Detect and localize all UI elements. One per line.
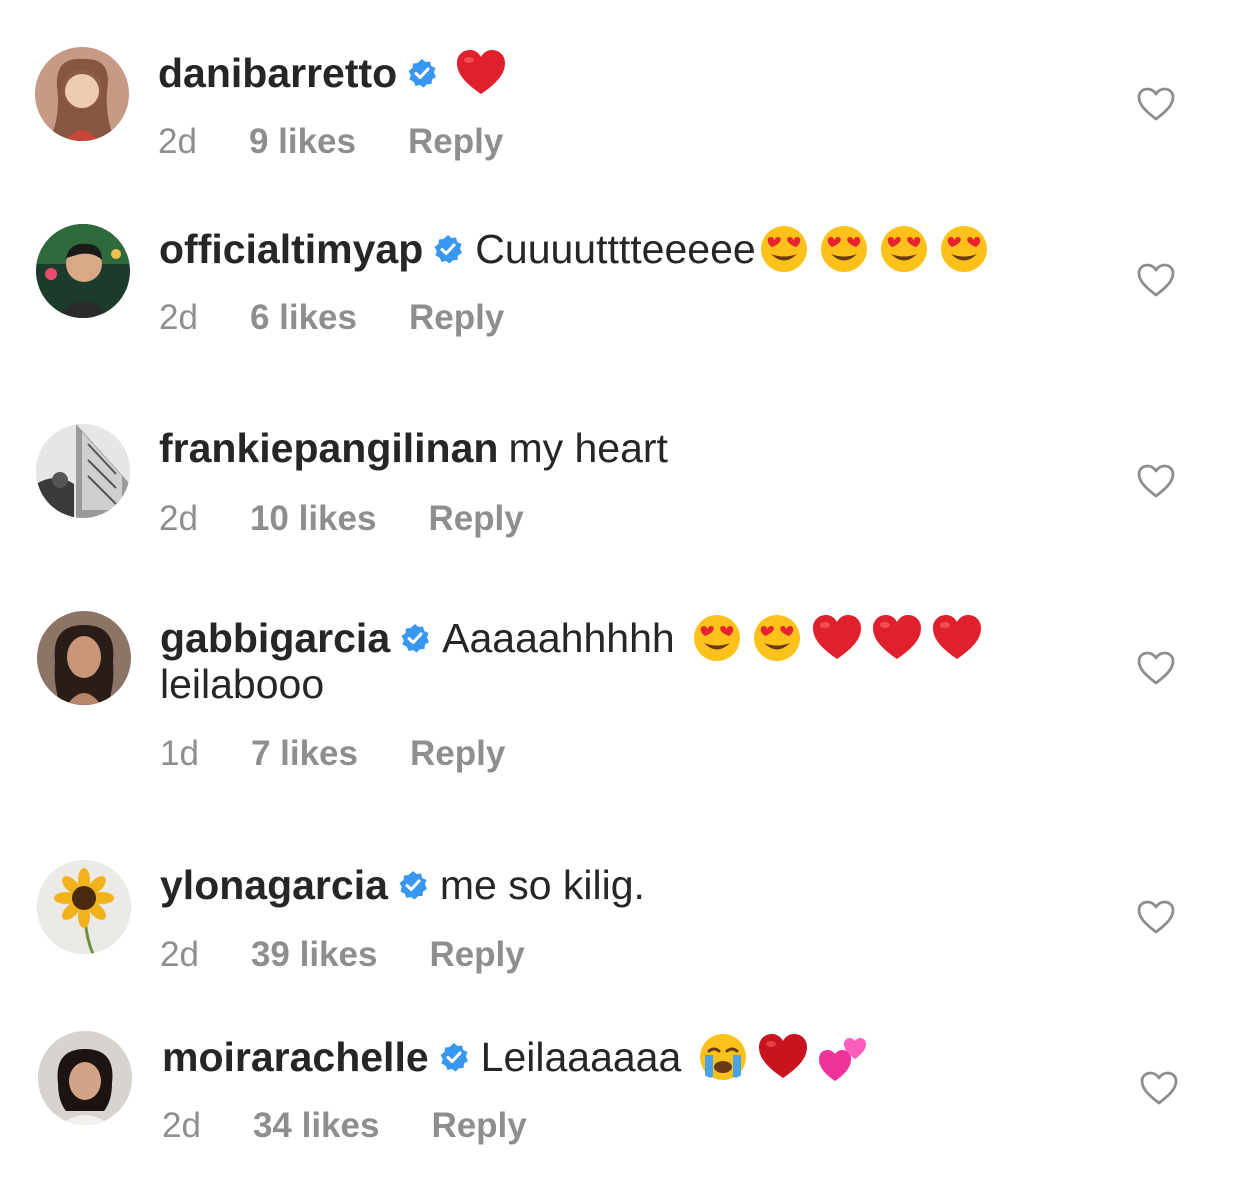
reply-button[interactable]: Reply: [410, 734, 505, 774]
crying-face-emoji: [697, 1031, 749, 1083]
comment-text: Leilaaaaaa: [480, 1034, 682, 1080]
avatar[interactable]: [37, 860, 131, 954]
comment-time: 2d: [160, 935, 199, 974]
red-heart-emoji: [455, 47, 507, 99]
avatar[interactable]: [35, 47, 129, 141]
comment-text: my heart: [508, 425, 668, 471]
verified-badge-icon: [400, 623, 430, 653]
heart-eyes-emoji: [818, 223, 870, 275]
two-hearts-emoji: [817, 1031, 869, 1083]
comment-username[interactable]: frankiepangilinan: [159, 424, 498, 472]
heart-eyes-emoji: [878, 223, 930, 275]
comment-time: 2d: [159, 499, 198, 538]
reply-button[interactable]: Reply: [428, 499, 523, 539]
comment-meta: 2d 39 likes Reply: [160, 935, 525, 975]
comment-text: Cuuuutttteeeee: [475, 226, 756, 272]
red-heart-emoji: [871, 612, 923, 664]
comment-text: Aaaaahhhhh: [442, 615, 675, 661]
comment-username[interactable]: gabbigarcia: [160, 614, 390, 662]
comment-likes[interactable]: 39 likes: [251, 935, 378, 975]
avatar[interactable]: [36, 224, 130, 318]
heart-eyes-emoji: [758, 223, 810, 275]
comment-username[interactable]: moirarachelle: [162, 1033, 429, 1081]
comment-emojis: [691, 612, 991, 664]
heart-eyes-emoji: [751, 612, 803, 664]
comment-meta: 1d 7 likes Reply: [160, 734, 505, 774]
like-heart-icon[interactable]: [1139, 1070, 1179, 1106]
comment-text: me so kilig.: [439, 862, 645, 908]
red-heart-emoji: [811, 612, 863, 664]
like-heart-icon[interactable]: [1136, 463, 1176, 499]
comment-emojis: [697, 1031, 877, 1083]
comment-meta: 2d 10 likes Reply: [159, 499, 524, 539]
verified-badge-icon: [398, 870, 428, 900]
verified-badge-icon: [433, 234, 463, 264]
comment-likes[interactable]: 34 likes: [253, 1106, 380, 1146]
comment-likes[interactable]: 10 likes: [250, 499, 377, 539]
comment-meta: 2d 34 likes Reply: [162, 1106, 527, 1146]
comment-username[interactable]: officialtimyap: [159, 225, 423, 273]
verified-badge-icon: [439, 1042, 469, 1072]
like-heart-icon[interactable]: [1136, 262, 1176, 298]
like-heart-icon[interactable]: [1136, 899, 1176, 935]
like-heart-icon[interactable]: [1136, 86, 1176, 122]
comment-text-continued: leilabooo: [160, 661, 325, 707]
comment-likes[interactable]: 7 likes: [251, 734, 358, 774]
red-heart-emoji: [757, 1031, 809, 1083]
comment-username[interactable]: danibarretto: [158, 49, 397, 97]
avatar[interactable]: [38, 1031, 132, 1125]
comment-emojis: [455, 47, 515, 99]
comment-username[interactable]: ylonagarcia: [160, 861, 388, 909]
comment-time: 2d: [158, 122, 197, 161]
comment-likes[interactable]: 6 likes: [250, 298, 357, 338]
red-heart-emoji: [931, 612, 983, 664]
reply-button[interactable]: Reply: [409, 298, 504, 338]
avatar[interactable]: [36, 424, 130, 518]
comment-time: 1d: [160, 734, 199, 773]
verified-badge-icon: [407, 58, 437, 88]
comment-emojis: [758, 223, 998, 275]
heart-eyes-emoji: [691, 612, 743, 664]
comment-likes[interactable]: 9 likes: [249, 122, 356, 162]
reply-button[interactable]: Reply: [431, 1106, 526, 1146]
comment-meta: 2d 6 likes Reply: [159, 298, 504, 338]
reply-button[interactable]: Reply: [429, 935, 524, 975]
heart-eyes-emoji: [938, 223, 990, 275]
comment-time: 2d: [162, 1106, 201, 1145]
like-heart-icon[interactable]: [1136, 650, 1176, 686]
reply-button[interactable]: Reply: [408, 122, 503, 162]
comment-meta: 2d 9 likes Reply: [158, 122, 503, 162]
avatar[interactable]: [37, 611, 131, 705]
comment-time: 2d: [159, 298, 198, 337]
